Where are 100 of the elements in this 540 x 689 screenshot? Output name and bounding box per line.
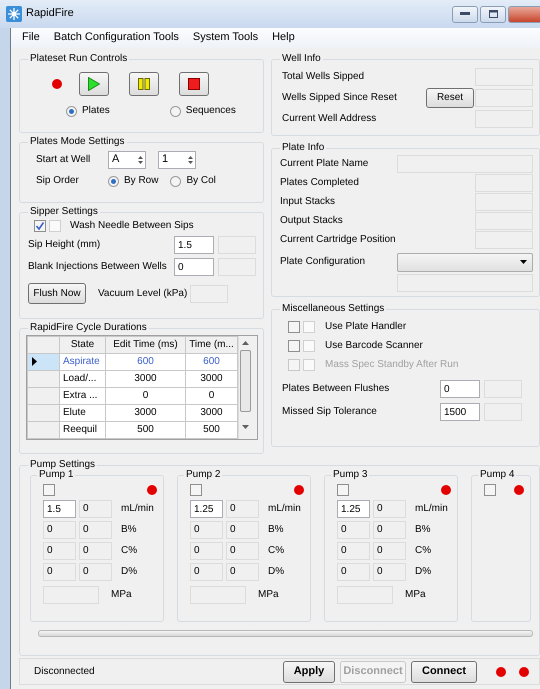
status-light-icon bbox=[147, 485, 157, 495]
unit-label: D% bbox=[415, 566, 432, 578]
table-cell[interactable]: Load/... bbox=[60, 370, 106, 388]
group-title: Pump Settings bbox=[29, 460, 96, 470]
checkbox[interactable] bbox=[288, 340, 300, 352]
checkbox-frame bbox=[303, 321, 315, 333]
text-field[interactable]: 1.5 bbox=[174, 236, 214, 254]
checkbox-frame bbox=[49, 220, 61, 232]
play-button[interactable] bbox=[79, 72, 109, 96]
field-label: Sip Height (mm) bbox=[28, 239, 102, 251]
spin-field[interactable]: A bbox=[108, 151, 146, 169]
menu-item[interactable]: Batch Configuration Tools bbox=[46, 30, 186, 46]
readout-field: 0 bbox=[373, 521, 406, 539]
radio-button[interactable] bbox=[66, 106, 77, 116]
field-label: Sip Order bbox=[36, 175, 80, 187]
scroll-up-icon bbox=[242, 341, 249, 345]
horizontal-scrollbar[interactable] bbox=[38, 630, 533, 637]
unit-label: mL/min bbox=[121, 503, 154, 515]
stop-button[interactable] bbox=[179, 72, 209, 96]
field-label: Total Wells Sipped bbox=[282, 71, 366, 83]
radio-button[interactable] bbox=[170, 106, 181, 116]
flush-button[interactable]: Flush Now bbox=[28, 283, 86, 304]
vertical-scrollbar[interactable] bbox=[238, 336, 252, 439]
window-title: RapidFire bbox=[26, 7, 74, 21]
pause-button[interactable] bbox=[129, 72, 159, 96]
table-cell[interactable]: Aspirate bbox=[60, 354, 106, 370]
status-button[interactable]: Connect bbox=[411, 660, 477, 682]
readout-field: 0 bbox=[43, 521, 76, 539]
readout-field: 0 bbox=[226, 563, 259, 581]
text-field[interactable]: 1.5 bbox=[43, 500, 76, 518]
table-cell[interactable]: 600 bbox=[106, 354, 186, 370]
radio-label: Sequences bbox=[186, 105, 236, 117]
dropdown[interactable] bbox=[397, 252, 533, 272]
readout-field: 0 bbox=[337, 563, 370, 581]
table-cell[interactable]: Extra ... bbox=[60, 388, 106, 404]
readout-field: 0 bbox=[226, 521, 259, 539]
checkbox[interactable] bbox=[288, 321, 300, 333]
text-field[interactable]: 1.25 bbox=[337, 500, 370, 518]
radio-label: Plates bbox=[82, 105, 110, 117]
checkbox[interactable] bbox=[337, 484, 349, 496]
readout-field: 0 bbox=[79, 500, 112, 518]
text-field[interactable]: 1.25 bbox=[190, 500, 223, 518]
radio-button[interactable] bbox=[170, 176, 182, 186]
table-cell[interactable]: Elute bbox=[60, 404, 106, 422]
reset-button[interactable]: Reset bbox=[426, 88, 474, 108]
unit-label: C% bbox=[121, 545, 138, 557]
readout-field: 0 bbox=[226, 500, 259, 518]
minimize-button[interactable] bbox=[452, 6, 478, 22]
menu-item[interactable]: System Tools bbox=[186, 30, 266, 46]
text-field[interactable]: 0 bbox=[440, 380, 480, 398]
field-label: Input Stacks bbox=[280, 196, 336, 208]
table-cell[interactable]: 3000 bbox=[106, 404, 186, 422]
table-cell[interactable]: 0 bbox=[106, 388, 186, 404]
group-title: Pump 3 bbox=[332, 470, 368, 480]
close-button[interactable] bbox=[508, 6, 540, 22]
spin-icon bbox=[138, 155, 143, 165]
readout-field: 0 bbox=[43, 542, 76, 560]
table-cell[interactable]: 500 bbox=[106, 422, 186, 438]
field-label: Blank Injections Between Wells bbox=[28, 261, 168, 273]
group-title: Well Info bbox=[281, 54, 322, 64]
readout-field: 0 bbox=[79, 563, 112, 581]
checkbox[interactable] bbox=[43, 484, 55, 496]
group-title: Plates Mode Settings bbox=[29, 137, 126, 147]
readout-field: 0 bbox=[373, 542, 406, 560]
row-header[interactable] bbox=[28, 354, 60, 370]
status-light-icon bbox=[519, 666, 529, 676]
field-label: Vacuum Level (kPa) bbox=[98, 288, 188, 300]
radio-button[interactable] bbox=[108, 176, 119, 186]
dropdown-arrow-icon bbox=[520, 260, 527, 264]
table-cell[interactable]: Reequil bbox=[60, 422, 106, 438]
spin-field[interactable]: 1 bbox=[158, 151, 196, 169]
checkbox[interactable] bbox=[484, 484, 496, 496]
field-label: Current Plate Name bbox=[280, 158, 368, 170]
text-field[interactable]: 1500 bbox=[440, 403, 480, 421]
group-title: Plate Info bbox=[281, 143, 326, 153]
maximize-button[interactable] bbox=[480, 6, 506, 22]
menu-item[interactable]: Help bbox=[265, 30, 302, 46]
checkbox[interactable] bbox=[34, 220, 46, 232]
unit-label: B% bbox=[121, 524, 137, 536]
checkbox-label: Mass Spec Standby After Run bbox=[325, 359, 458, 371]
unit-label: MPa bbox=[111, 589, 132, 601]
group-title: Sipper Settings bbox=[29, 207, 99, 217]
text-field[interactable]: 0 bbox=[174, 258, 214, 276]
spin-icon bbox=[188, 155, 193, 165]
menu-item[interactable]: File bbox=[15, 30, 47, 46]
readout-field: 0 bbox=[190, 563, 223, 581]
pause-icon bbox=[138, 78, 150, 90]
readout-field: 0 bbox=[337, 521, 370, 539]
unit-label: D% bbox=[268, 566, 284, 578]
unit-label: mL/min bbox=[415, 503, 448, 515]
status-light-icon bbox=[514, 485, 524, 495]
status-text: Disconnected bbox=[34, 666, 95, 678]
status-button[interactable]: Apply bbox=[283, 660, 335, 682]
group-title: RapidFire Cycle Durations bbox=[29, 323, 148, 333]
field-label: Plates Between Flushes bbox=[282, 383, 390, 395]
status-light-icon bbox=[496, 666, 506, 676]
unit-label: D% bbox=[121, 566, 138, 578]
readout-field: 0 bbox=[79, 521, 112, 539]
checkbox[interactable] bbox=[190, 484, 202, 496]
table-cell[interactable]: 3000 bbox=[106, 370, 186, 388]
